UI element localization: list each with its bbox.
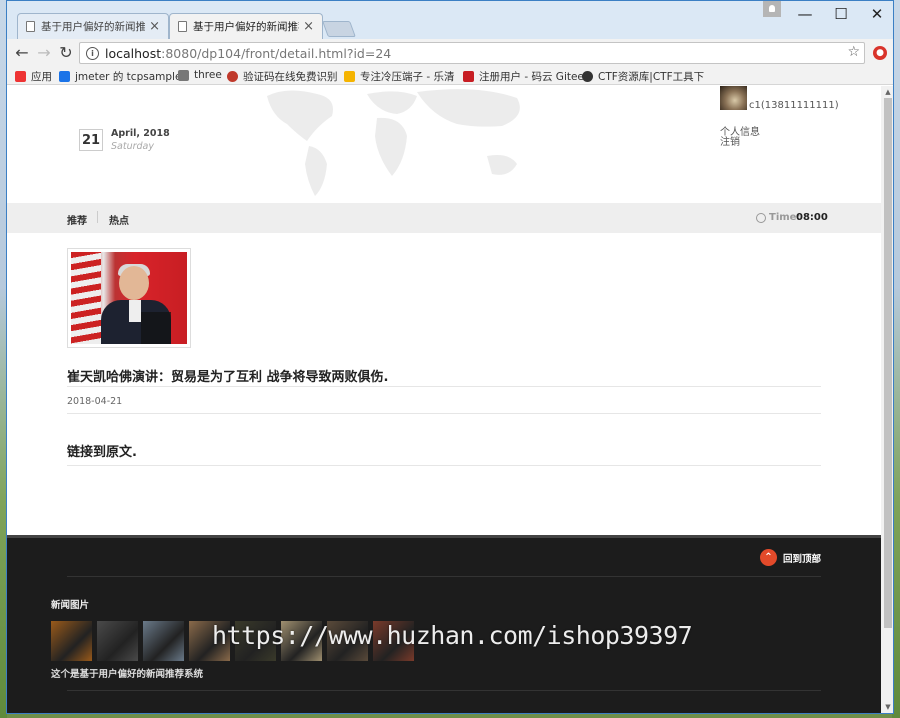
apps-grid-icon — [15, 71, 26, 82]
extension-icon[interactable]: ● — [873, 46, 887, 60]
article-photo — [67, 248, 191, 348]
clock-icon — [756, 213, 766, 223]
minimize-button[interactable]: — — [787, 4, 823, 24]
tab-news-2-active[interactable]: 基于用户偏好的新闻推荐 × — [169, 13, 323, 39]
vertical-scrollbar[interactable]: ▲ ▼ — [881, 86, 893, 713]
divider — [67, 386, 821, 387]
gallery-thumbnail[interactable] — [143, 621, 184, 661]
shield-icon — [59, 71, 70, 82]
scroll-down-arrow-icon[interactable]: ▼ — [884, 703, 892, 711]
bookmark-item[interactable]: jmeter 的 tcpsample — [59, 69, 181, 84]
page-icon — [178, 21, 187, 32]
reload-icon[interactable]: ↻ — [55, 41, 77, 63]
back-to-top-button[interactable]: ⌃ 回到顶部 — [760, 549, 821, 566]
web-page: 21 April, 2018 Saturday c1(13811111111) … — [7, 86, 881, 713]
forward-arrow-icon[interactable]: → — [33, 41, 55, 63]
scroll-up-arrow-icon[interactable]: ▲ — [884, 88, 892, 96]
close-tab-icon[interactable]: × — [149, 19, 160, 34]
cloud-icon — [227, 71, 238, 82]
bookmark-label: 验证码在线免费识别 — [243, 71, 338, 83]
nav-divider — [97, 211, 98, 223]
scroll-thumb[interactable] — [884, 98, 892, 628]
profile-icon[interactable] — [763, 1, 781, 17]
page-icon — [178, 69, 189, 81]
arrow-up-icon: ⌃ — [760, 549, 777, 566]
page-icon — [26, 21, 35, 32]
back-arrow-icon[interactable]: ← — [11, 41, 33, 63]
nav-recommend[interactable]: 推荐 — [67, 212, 87, 227]
maximize-button[interactable]: ☐ — [823, 4, 859, 24]
footer-divider — [67, 576, 821, 577]
gallery-thumbnail[interactable] — [97, 621, 138, 661]
footer-divider — [67, 690, 821, 691]
nav-hot[interactable]: 热点 — [109, 212, 129, 227]
logout-link[interactable]: 注销 — [720, 133, 740, 148]
date-weekday: Saturday — [111, 141, 154, 152]
bookmark-label: jmeter 的 tcpsample — [75, 71, 182, 83]
date-day-box: 21 — [79, 129, 103, 151]
back-to-top-label: 回到顶部 — [783, 553, 822, 565]
footer-description: 这个是基于用户偏好的新闻推荐系统 — [51, 669, 204, 680]
gallery-thumbnail[interactable] — [51, 621, 92, 661]
bookmark-item[interactable]: CTF资源库|CTF工具下 — [582, 69, 704, 84]
bookmark-star-icon[interactable]: ☆ — [847, 44, 860, 60]
url-host: localhost — [105, 45, 162, 61]
bookmarks-bar: 应用 jmeter 的 tcpsample three 验证码在线免费识别 专注冷压端子… — [7, 67, 893, 85]
url-path: :8080/dp104/front/detail.html?id=24 — [161, 45, 392, 61]
bookmark-label: CTF资源库|CTF工具下 — [598, 71, 705, 83]
avatar[interactable] — [720, 86, 747, 110]
watermark-text: https://www.huzhan.com/ishop39397 — [212, 621, 693, 650]
gallery-heading: 新闻图片 — [51, 600, 90, 611]
world-map-background — [267, 89, 520, 196]
date-month-year: April, 2018 — [111, 128, 170, 139]
close-window-button[interactable]: ✕ — [859, 4, 893, 24]
tab-strip: 基于用户偏好的新闻推荐 × 基于用户偏好的新闻推荐 × — ☐ ✕ — [7, 1, 893, 39]
bookmark-label: 专注冷压端子 - 乐清 — [360, 71, 455, 83]
tab-news-1[interactable]: 基于用户偏好的新闻推荐 × — [17, 13, 169, 39]
time-value: 08:00 — [796, 212, 828, 223]
browser-window: 基于用户偏好的新闻推荐 × 基于用户偏好的新闻推荐 × — ☐ ✕ ← → ↻ … — [6, 0, 894, 714]
browser-toolbar: ← → ↻ i localhost:8080/dp104/front/detai… — [7, 39, 893, 67]
category-navbar: 推荐 热点 Time: 08:00 — [7, 203, 881, 233]
source-link[interactable]: 链接到原文. — [67, 441, 137, 460]
article-date: 2018-04-21 — [67, 396, 123, 407]
new-tab-button[interactable] — [322, 21, 356, 37]
bookmark-item[interactable]: three — [178, 69, 222, 81]
bookmark-item[interactable]: 注册用户 - 码云 Gitee — [463, 69, 584, 84]
bookmark-item[interactable]: 应用 — [15, 69, 52, 84]
bookmark-item[interactable]: 专注冷压端子 - 乐清 — [344, 69, 454, 84]
hand-icon — [344, 71, 355, 82]
address-bar[interactable]: i localhost:8080/dp104/front/detail.html… — [79, 42, 865, 64]
bookmark-label: 注册用户 - 码云 Gitee — [479, 71, 584, 83]
bookmark-item[interactable]: 验证码在线免费识别 — [227, 69, 338, 84]
tab-title: 基于用户偏好的新闻推荐 — [41, 21, 146, 33]
divider — [67, 465, 821, 466]
info-icon[interactable]: i — [86, 46, 99, 60]
bookmark-label: three — [194, 69, 222, 81]
divider — [67, 413, 821, 414]
hacker-icon — [582, 71, 593, 82]
gitee-icon — [463, 71, 474, 82]
bookmark-label: 应用 — [31, 71, 52, 83]
user-name: c1(13811111111) — [749, 100, 839, 111]
article-title: 崔天凯哈佛演讲：贸易是为了互利 战争将导致两败俱伤. — [67, 370, 389, 385]
tab-title: 基于用户偏好的新闻推荐 — [193, 21, 300, 33]
close-tab-icon[interactable]: × — [303, 19, 314, 34]
